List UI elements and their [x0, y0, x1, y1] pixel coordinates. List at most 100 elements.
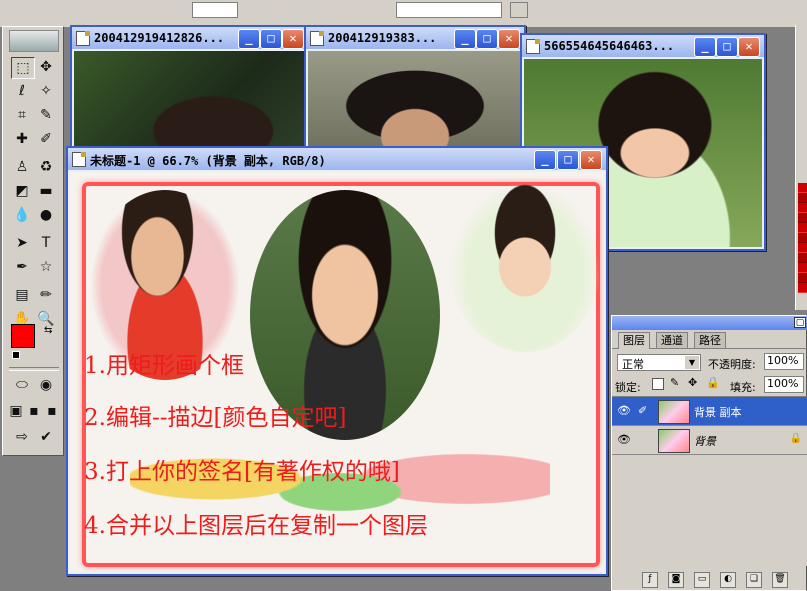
- jump-to-imageready-icon[interactable]: ⇨: [11, 427, 33, 447]
- magic-wand-tool-icon[interactable]: ✧: [35, 81, 57, 101]
- move-tool-icon[interactable]: ✥: [35, 57, 57, 77]
- maximize-button[interactable]: □: [476, 29, 498, 49]
- brush-tool-icon[interactable]: ✐: [35, 129, 57, 149]
- check-icon[interactable]: ✔: [35, 427, 57, 447]
- fill-input[interactable]: 100%: [764, 376, 804, 393]
- brush-link-icon[interactable]: ✐: [638, 404, 647, 417]
- panel-minimize-icon[interactable]: ▢: [794, 317, 806, 328]
- swap-colors-icon[interactable]: ⇆: [44, 325, 52, 336]
- close-button[interactable]: ✕: [498, 29, 520, 49]
- window-3-titlebar[interactable]: 566554645646463... _ □ ✕: [522, 35, 764, 57]
- blend-mode-value: 正常: [622, 358, 644, 371]
- quickmask-mode-icon[interactable]: ◉: [35, 375, 57, 395]
- pen-tool-icon[interactable]: ✒: [11, 257, 33, 277]
- canvas[interactable]: 1.用矩形画个框 2.编辑--描边[颜色自定吧] 3.打上你的签名[有著作权的哦…: [70, 172, 604, 572]
- window-2-titlebar[interactable]: 200412919383... _ □ ✕: [306, 27, 524, 49]
- close-button[interactable]: ✕: [282, 29, 304, 49]
- panel-titlebar[interactable]: ▢: [612, 316, 807, 330]
- opacity-value: 100%: [767, 354, 799, 367]
- layer-name: 背景: [694, 435, 716, 448]
- screen-mode-full-icon[interactable]: ▪: [43, 401, 61, 421]
- lock-transparency-icon[interactable]: [652, 378, 664, 390]
- shape-tool-icon[interactable]: ☆: [35, 257, 57, 277]
- slice-tool-icon[interactable]: ✎: [35, 105, 57, 125]
- crop-tool-icon[interactable]: ⌗: [11, 105, 33, 125]
- new-layer-icon[interactable]: ❏: [746, 572, 762, 588]
- lock-all-icon[interactable]: 🔒: [706, 376, 720, 389]
- healing-brush-tool-icon[interactable]: ✚: [11, 129, 33, 149]
- document-window-2[interactable]: 200412919383... _ □ ✕: [304, 25, 526, 155]
- adjustment-layer-icon[interactable]: ◐: [720, 572, 736, 588]
- minimize-button[interactable]: _: [694, 37, 716, 57]
- default-colors-icon[interactable]: [12, 351, 20, 359]
- minimize-button[interactable]: _: [238, 29, 260, 49]
- tab-paths[interactable]: 路径: [694, 332, 726, 349]
- lock-icon: 🔒: [789, 433, 802, 444]
- active-document-window[interactable]: 未标题-1 @ 66.7% (背景 副本, RGB/8) _ □ ✕ 1.用矩形…: [66, 146, 608, 576]
- document-icon: [526, 39, 540, 54]
- screen-mode-full-menu-icon[interactable]: ▪: [25, 401, 43, 421]
- maximize-button[interactable]: □: [716, 37, 738, 57]
- feather-logo: [9, 30, 59, 52]
- standard-mode-icon[interactable]: ⬭: [11, 375, 33, 395]
- clone-stamp-tool-icon[interactable]: ♙: [11, 157, 33, 177]
- eyedropper-tool-icon[interactable]: ✏: [35, 285, 57, 305]
- tab-layers[interactable]: 图层: [618, 332, 650, 349]
- layer-name: 背景 副本: [694, 406, 742, 419]
- document-icon: [76, 31, 90, 46]
- window-1-title: 200412919412826...: [94, 31, 225, 45]
- document-window-1[interactable]: 200412919412826... _ □ ✕: [70, 25, 310, 155]
- right-photo: [450, 182, 600, 352]
- layer-group-icon[interactable]: ▭: [694, 572, 710, 588]
- window-3-title: 566554645646463...: [544, 39, 675, 53]
- marquee-tool-icon[interactable]: ⬚: [11, 57, 35, 79]
- minimize-button[interactable]: _: [454, 29, 476, 49]
- lock-position-icon[interactable]: ✥: [688, 376, 697, 389]
- option-toggle[interactable]: [510, 2, 528, 18]
- opacity-input[interactable]: 100%: [764, 353, 804, 370]
- close-button[interactable]: ✕: [580, 150, 602, 170]
- notes-tool-icon[interactable]: ▤: [11, 285, 33, 305]
- path-selection-tool-icon[interactable]: ➤: [11, 233, 33, 253]
- layer-thumbnail: [658, 429, 690, 453]
- layer-row-background-copy[interactable]: 👁 ✐ 背景 副本: [612, 397, 807, 426]
- dodge-tool-icon[interactable]: ●: [35, 205, 57, 225]
- option-dropdown[interactable]: [396, 2, 502, 18]
- tab-channels[interactable]: 通道: [656, 332, 688, 349]
- swatch-strip[interactable]: [798, 183, 807, 293]
- delete-layer-icon[interactable]: 🗑: [772, 572, 788, 588]
- toolbox: ⬚ ✥ ℓ ✧ ⌗ ✎ ✚ ✐ ♙ ♻ ◩ ▬ 💧 ● ➤ T ✒ ☆ ▤ ✏ ✋ 🔍 ⇆ ⬭ ◉ ▣ ▪ ▪ ⇨ ✔: [2, 26, 64, 456]
- window-2-title: 200412919383...: [328, 31, 437, 45]
- screen-mode-standard-icon[interactable]: ▣: [7, 401, 25, 421]
- toolbox-divider: [9, 367, 59, 371]
- opacity-label: 不透明度:: [708, 358, 756, 371]
- blend-mode-select[interactable]: 正常 ▼: [617, 354, 701, 371]
- eraser-tool-icon[interactable]: ◩: [11, 181, 33, 201]
- layers-panel: ▢ 图层 通道 路径 正常 ▼ 不透明度: 100% 锁定: ✎ ✥ 🔒 填充:…: [611, 315, 807, 591]
- option-field[interactable]: [192, 2, 238, 18]
- document-icon: [72, 152, 86, 167]
- gradient-tool-icon[interactable]: ▬: [35, 181, 57, 201]
- history-brush-tool-icon[interactable]: ♻: [35, 157, 57, 177]
- layer-row-background[interactable]: 👁 背景 🔒: [612, 426, 807, 455]
- lasso-tool-icon[interactable]: ℓ: [11, 81, 33, 101]
- minimize-button[interactable]: _: [534, 150, 556, 170]
- close-button[interactable]: ✕: [738, 37, 760, 57]
- eye-icon[interactable]: 👁: [616, 433, 632, 447]
- window-1-titlebar[interactable]: 200412919412826... _ □ ✕: [72, 27, 308, 49]
- photo-thumbnail-2: [308, 51, 522, 151]
- type-tool-icon[interactable]: T: [35, 233, 57, 253]
- layer-style-icon[interactable]: ƒ: [642, 572, 658, 588]
- document-icon: [310, 31, 324, 46]
- active-window-titlebar[interactable]: 未标题-1 @ 66.7% (背景 副本, RGB/8) _ □ ✕: [68, 148, 606, 170]
- lock-image-icon[interactable]: ✎: [670, 376, 679, 389]
- maximize-button[interactable]: □: [557, 150, 579, 170]
- photo-thumbnail-1: [74, 51, 306, 151]
- foreground-color-swatch[interactable]: [11, 324, 35, 348]
- eye-icon[interactable]: 👁: [616, 404, 632, 418]
- layer-mask-icon[interactable]: ◙: [668, 572, 684, 588]
- maximize-button[interactable]: □: [260, 29, 282, 49]
- active-window-title: 未标题-1 @ 66.7% (背景 副本, RGB/8): [90, 154, 326, 168]
- blur-tool-icon[interactable]: 💧: [11, 205, 33, 225]
- chevron-down-icon[interactable]: ▼: [685, 356, 699, 369]
